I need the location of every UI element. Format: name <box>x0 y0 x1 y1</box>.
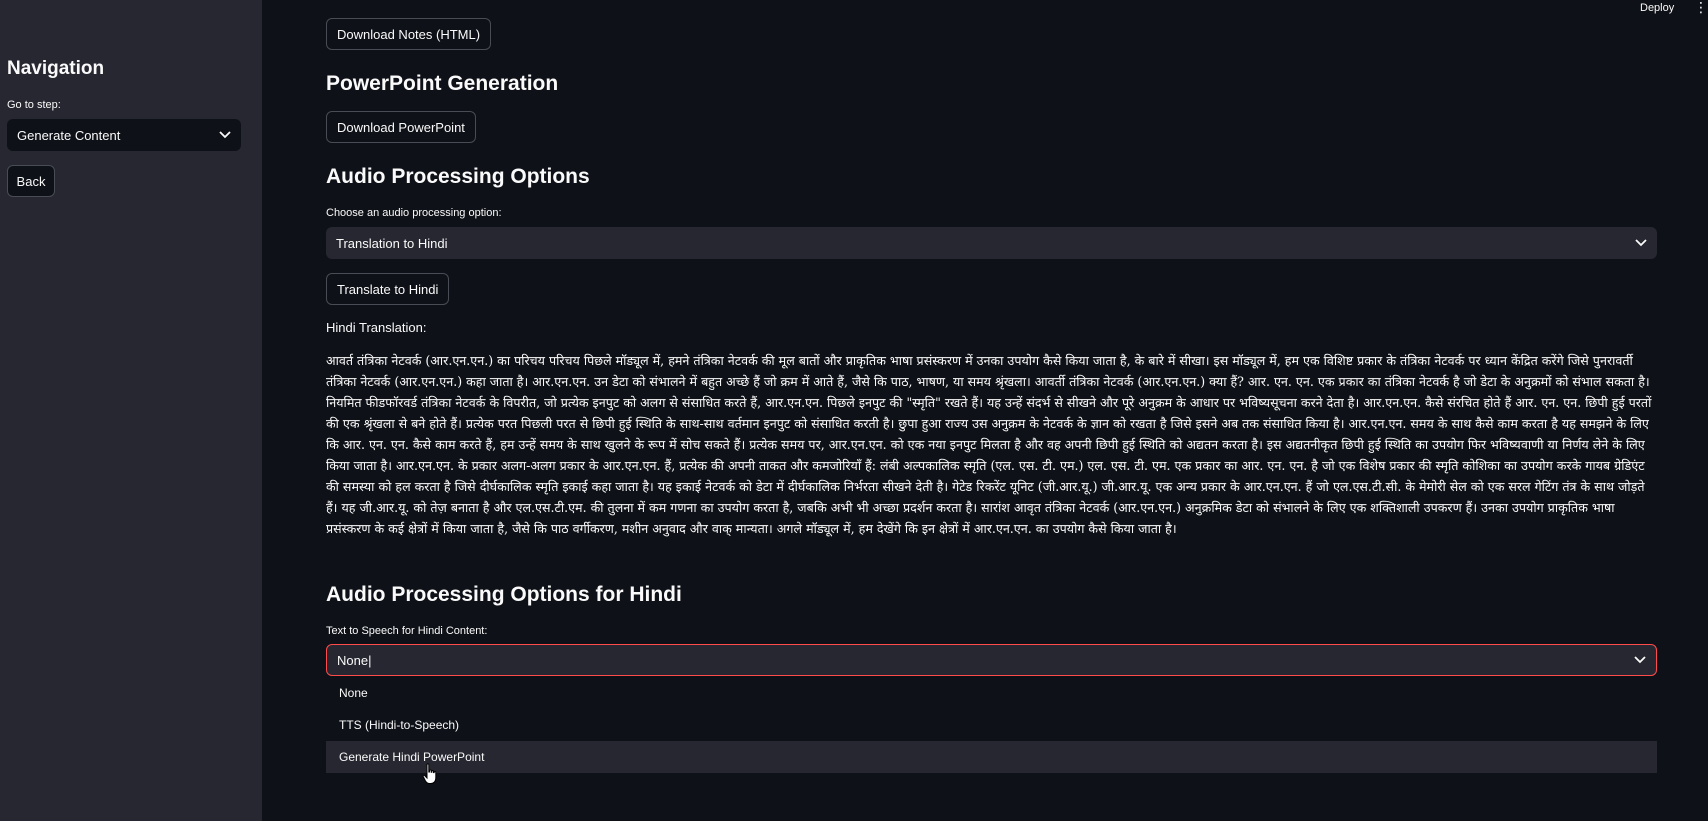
step-select-value: Generate Content <box>17 127 121 143</box>
hindi-audio-heading: Audio Processing Options for Hindi <box>326 583 682 606</box>
sidebar: Navigation Go to step: Generate Content … <box>0 0 262 821</box>
audio-option-label: Choose an audio processing option: <box>326 207 502 219</box>
sidebar-title: Navigation <box>7 58 105 79</box>
translate-to-hindi-button[interactable]: Translate to Hindi <box>326 273 450 305</box>
hand-pointer-icon <box>422 763 438 790</box>
tts-option-hindi-powerpoint[interactable]: Generate Hindi PowerPoint <box>326 741 1657 773</box>
tts-option-hindi-speech[interactable]: TTS (Hindi-to-Speech) <box>326 709 1657 741</box>
chevron-down-icon <box>1634 653 1646 667</box>
download-powerpoint-button[interactable]: Download PowerPoint <box>326 111 476 143</box>
tts-select-value: None| <box>337 652 372 668</box>
powerpoint-heading: PowerPoint Generation <box>326 72 559 95</box>
audio-options-heading: Audio Processing Options <box>326 165 590 188</box>
chevron-down-icon <box>1635 236 1647 250</box>
tts-label: Text to Speech for Hindi Content: <box>326 625 488 637</box>
chevron-down-icon <box>219 128 231 142</box>
audio-option-select[interactable]: Translation to Hindi <box>326 227 1657 259</box>
download-notes-button[interactable]: Download Notes (HTML) <box>326 18 492 50</box>
goto-step-label: Go to step: <box>7 99 61 111</box>
tts-select[interactable]: None| <box>326 644 1657 676</box>
deploy-button[interactable]: Deploy <box>1640 2 1674 14</box>
audio-option-value: Translation to Hindi <box>336 235 448 251</box>
kebab-menu-icon[interactable]: ⋮ <box>1694 0 1708 14</box>
hindi-translation-text: आवर्त तंत्रिका नेटवर्क (आर.एन.एन.) का पर… <box>326 353 1652 536</box>
back-button[interactable]: Back <box>7 165 55 197</box>
hindi-translation-label: Hindi Translation: <box>326 320 427 335</box>
tts-dropdown-menu: None TTS (Hindi-to-Speech) Generate Hind… <box>326 677 1657 775</box>
step-select[interactable]: Generate Content <box>7 119 241 151</box>
tts-option-none[interactable]: None <box>326 677 1657 709</box>
